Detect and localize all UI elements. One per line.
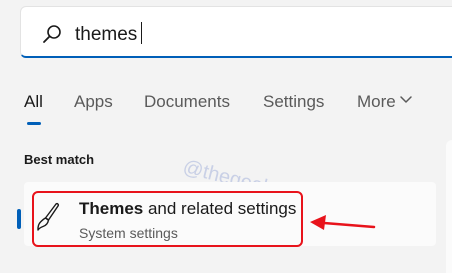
tab-settings[interactable]: Settings: [263, 91, 324, 113]
active-tab-indicator: [27, 122, 41, 125]
section-label-best-match: Best match: [24, 152, 95, 167]
tab-documents[interactable]: Documents: [144, 91, 230, 113]
annotation-arrow-icon: [310, 215, 376, 230]
tab-apps[interactable]: Apps: [74, 91, 113, 113]
tab-all[interactable]: All: [24, 91, 43, 113]
search-box[interactable]: themes: [20, 6, 452, 58]
selection-indicator: [17, 209, 21, 229]
chevron-down-icon: [399, 96, 412, 103]
tab-more[interactable]: More: [357, 91, 413, 113]
text-caret: [141, 22, 143, 44]
preview-panel: [446, 140, 452, 273]
search-input[interactable]: themes: [75, 22, 143, 47]
search-icon: [43, 25, 61, 43]
annotation-highlight-box: [32, 191, 303, 247]
search-query-text: themes: [75, 24, 138, 45]
tab-more-label: More: [357, 92, 396, 111]
